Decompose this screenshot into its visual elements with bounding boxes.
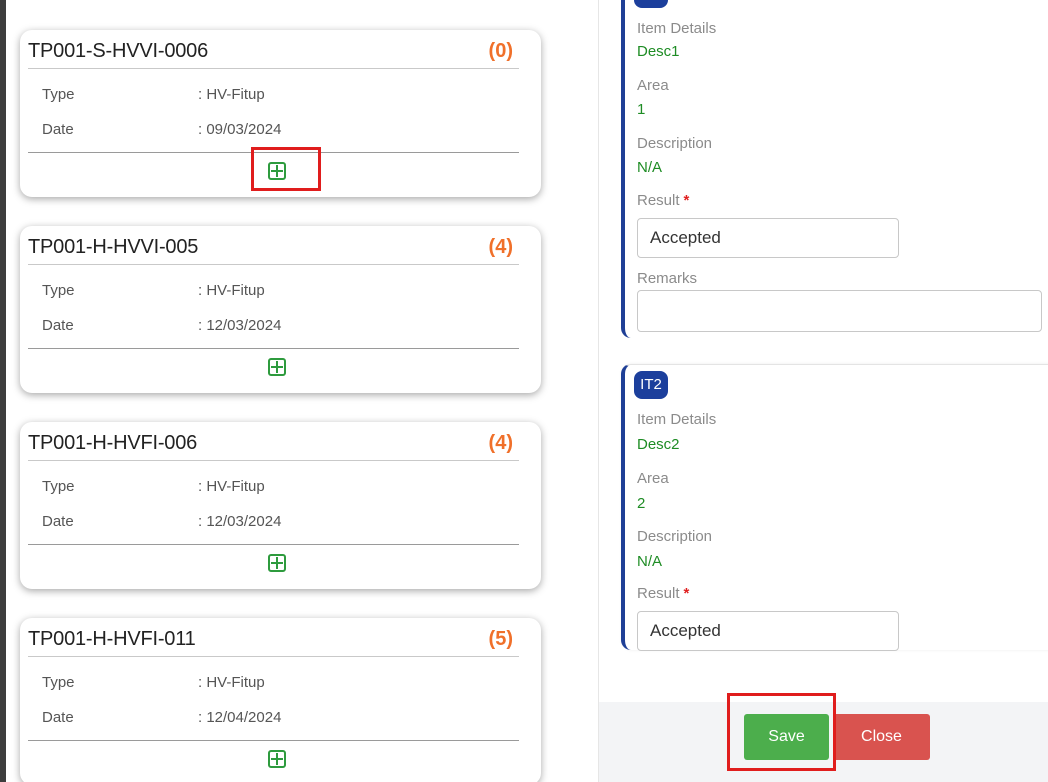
card-title: TP001-H-HVFI-006: [28, 432, 198, 454]
item-details-label: Item Details: [637, 411, 717, 428]
type-row: Type : HV-Fitup: [42, 674, 265, 691]
divider: [28, 656, 519, 657]
area-value: 2: [637, 495, 646, 512]
required-mark: *: [683, 585, 690, 602]
item-tag: IT2: [634, 371, 668, 399]
item-tag: [634, 0, 668, 8]
divider: [28, 348, 519, 349]
item-details-value: Desc2: [637, 436, 680, 453]
type-row: Type : HV-Fitup: [42, 478, 265, 495]
date-value: : 12/04/2024: [198, 709, 282, 726]
divider: [28, 740, 519, 741]
highlight-box: [727, 693, 836, 771]
card-count: (4): [488, 236, 513, 258]
add-plus-icon[interactable]: [268, 750, 286, 768]
card-title: TP001-H-HVVI-005: [28, 236, 199, 258]
item-details-value: Desc1: [637, 43, 680, 60]
date-label: Date: [42, 513, 74, 530]
add-plus-icon[interactable]: [268, 554, 286, 572]
date-row: Date : 12/04/2024: [42, 709, 281, 726]
card-title: TP001-S-HVVI-0006: [28, 40, 209, 62]
left-edge-bar: [0, 0, 6, 782]
type-value: : HV-Fitup: [198, 674, 265, 691]
result-label-text: Result: [637, 585, 680, 602]
card-count: (4): [488, 432, 513, 454]
description-label: Description: [637, 528, 713, 545]
type-row: Type : HV-Fitup: [42, 282, 265, 299]
item-card: Item Details Desc1 Area 1 Description N/…: [621, 0, 1048, 338]
required-mark: *: [683, 192, 690, 209]
date-value: : 12/03/2024: [198, 317, 282, 334]
remarks-label: Remarks: [637, 270, 698, 287]
type-row: Type : HV-Fitup: [42, 86, 265, 103]
date-label: Date: [42, 121, 74, 138]
type-label: Type: [42, 86, 75, 103]
highlight-box: [251, 147, 321, 191]
inspection-list-pane: TP001-S-HVVI-0006 (0) Type : HV-Fitup Dat…: [0, 0, 560, 782]
area-label: Area: [637, 470, 669, 487]
type-label: Type: [42, 478, 75, 495]
inspection-card: TP001-H-HVFI-006 (4) Type : HV-Fitup Date…: [20, 422, 541, 589]
result-select[interactable]: Accepted: [637, 218, 899, 258]
item-details-pane: Item Details Desc1 Area 1 Description N/…: [598, 0, 1048, 782]
description-value: N/A: [637, 553, 663, 570]
card-count: (0): [488, 40, 513, 62]
divider: [28, 544, 519, 545]
area-value: 1: [637, 101, 646, 118]
result-label-text: Result: [637, 192, 680, 209]
date-row: Date : 12/03/2024: [42, 513, 281, 530]
date-label: Date: [42, 317, 74, 334]
remarks-input[interactable]: [637, 290, 1042, 332]
card-count: (5): [488, 628, 513, 650]
description-label: Description: [637, 135, 713, 152]
date-row: Date : 09/03/2024: [42, 121, 281, 138]
item-card: IT2 Item Details Desc2 Area 2 Descriptio…: [621, 364, 1048, 651]
item-details-label: Item Details: [637, 20, 717, 37]
type-label: Type: [42, 674, 75, 691]
result-select[interactable]: Accepted: [637, 611, 899, 651]
divider: [28, 68, 519, 69]
result-label: Result *: [637, 585, 689, 602]
card-title: TP001-H-HVFI-011: [28, 628, 196, 650]
date-row: Date : 12/03/2024: [42, 317, 281, 334]
date-value: : 12/03/2024: [198, 513, 282, 530]
date-value: : 09/03/2024: [198, 121, 282, 138]
inspection-card: TP001-H-HVVI-005 (4) Type : HV-Fitup Date…: [20, 226, 541, 393]
type-value: : HV-Fitup: [198, 86, 265, 103]
close-button[interactable]: Close: [833, 714, 930, 760]
type-label: Type: [42, 282, 75, 299]
type-value: : HV-Fitup: [198, 282, 265, 299]
divider: [28, 264, 519, 265]
type-value: : HV-Fitup: [198, 478, 265, 495]
inspection-card: TP001-H-HVFI-011 (5) Type : HV-Fitup Date…: [20, 618, 541, 782]
divider: [28, 460, 519, 461]
add-plus-icon[interactable]: [268, 358, 286, 376]
area-label: Area: [637, 77, 669, 94]
date-label: Date: [42, 709, 74, 726]
result-label: Result *: [637, 192, 689, 209]
description-value: N/A: [637, 159, 663, 176]
